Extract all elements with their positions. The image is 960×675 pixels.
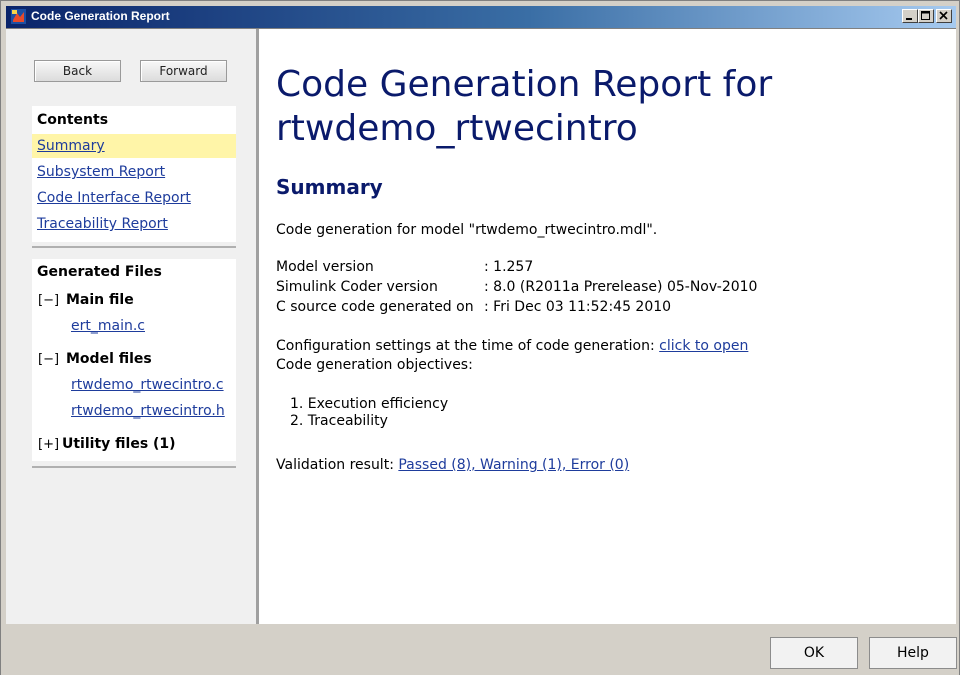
detail-value-coder-version: : 8.0 (R2011a Prerelease) 05-Nov-2010: [484, 279, 758, 295]
utility-files-label: Utility files (1): [62, 436, 176, 452]
sidebar: Back Forward Contents Summary Subsystem …: [6, 29, 256, 624]
utility-files-toggle[interactable]: [+]: [38, 437, 59, 452]
detail-value-model-version: : 1.257: [484, 259, 534, 275]
minimize-button[interactable]: [902, 9, 918, 23]
objective-item: 2. Traceability: [290, 413, 388, 429]
detail-value-generated-on: : Fri Dec 03 11:52:45 2010: [484, 299, 672, 315]
file-link-model-c[interactable]: rtwdemo_rtwecintro.c: [71, 377, 224, 393]
model-files-toggle[interactable]: [−]: [38, 352, 59, 367]
detail-key-coder-version: Simulink Coder version: [276, 279, 438, 295]
report-pane: Code Generation Report for rtwdemo_rtwec…: [259, 29, 956, 624]
objectives-label: Code generation objectives:: [276, 357, 473, 373]
config-open-link[interactable]: click to open: [659, 338, 748, 354]
file-link-model-h[interactable]: rtwdemo_rtwecintro.h: [71, 403, 225, 419]
help-button[interactable]: Help: [869, 637, 957, 669]
title-bar[interactable]: Code Generation Report: [6, 6, 956, 28]
maximize-button[interactable]: [918, 9, 934, 23]
back-button[interactable]: Back: [34, 60, 121, 82]
minimize-icon: [906, 18, 912, 20]
forward-button[interactable]: Forward: [140, 60, 227, 82]
model-files-label: Model files: [66, 351, 152, 367]
report-window: Code Generation Report Back Forward Cont…: [0, 0, 960, 675]
close-button[interactable]: [936, 9, 952, 23]
toc-subsystem-report-link[interactable]: Subsystem Report: [32, 160, 236, 184]
close-icon: [939, 11, 948, 20]
toc-code-interface-report-link[interactable]: Code Interface Report: [32, 186, 236, 210]
window-title: Code Generation Report: [31, 9, 170, 23]
report-title-line1: Code Generation Report for: [276, 64, 773, 105]
generated-files-heading: Generated Files: [37, 264, 162, 280]
validation-result-link[interactable]: Passed (8), Warning (1), Error (0): [398, 457, 629, 473]
app-icon: [11, 9, 26, 24]
ok-button[interactable]: OK: [770, 637, 858, 669]
config-line: Configuration settings at the time of co…: [276, 338, 748, 354]
intro-text: Code generation for model "rtwdemo_rtwec…: [276, 222, 658, 238]
validation-text: Validation result:: [276, 457, 399, 473]
sidebar-divider: [32, 246, 236, 248]
toc-summary-link[interactable]: Summary: [32, 134, 236, 158]
maximize-icon: [921, 11, 930, 20]
objective-item: 1. Execution efficiency: [290, 396, 449, 412]
detail-key-model-version: Model version: [276, 259, 374, 275]
content-area: Back Forward Contents Summary Subsystem …: [6, 28, 956, 624]
contents-heading: Contents: [37, 112, 109, 128]
generated-files-panel: Generated Files [−] Main file ert_main.c…: [32, 259, 236, 461]
sidebar-divider-bottom: [32, 466, 236, 468]
config-text: Configuration settings at the time of co…: [276, 338, 660, 354]
section-heading: Summary: [276, 175, 383, 199]
dialog-button-bar: OK Help: [1, 624, 959, 675]
main-file-toggle[interactable]: [−]: [38, 293, 59, 308]
validation-line: Validation result: Passed (8), Warning (…: [276, 457, 629, 473]
report-title: Code Generation Report for rtwdemo_rtwec…: [276, 63, 772, 151]
file-link-ert-main-c[interactable]: ert_main.c: [71, 318, 145, 334]
contents-panel: Contents Summary Subsystem Report Code I…: [32, 106, 236, 242]
report-title-line2: rtwdemo_rtwecintro: [276, 108, 638, 149]
detail-key-generated-on: C source code generated on: [276, 299, 474, 315]
main-file-label: Main file: [66, 292, 134, 308]
toc-traceability-report-link[interactable]: Traceability Report: [32, 212, 236, 236]
